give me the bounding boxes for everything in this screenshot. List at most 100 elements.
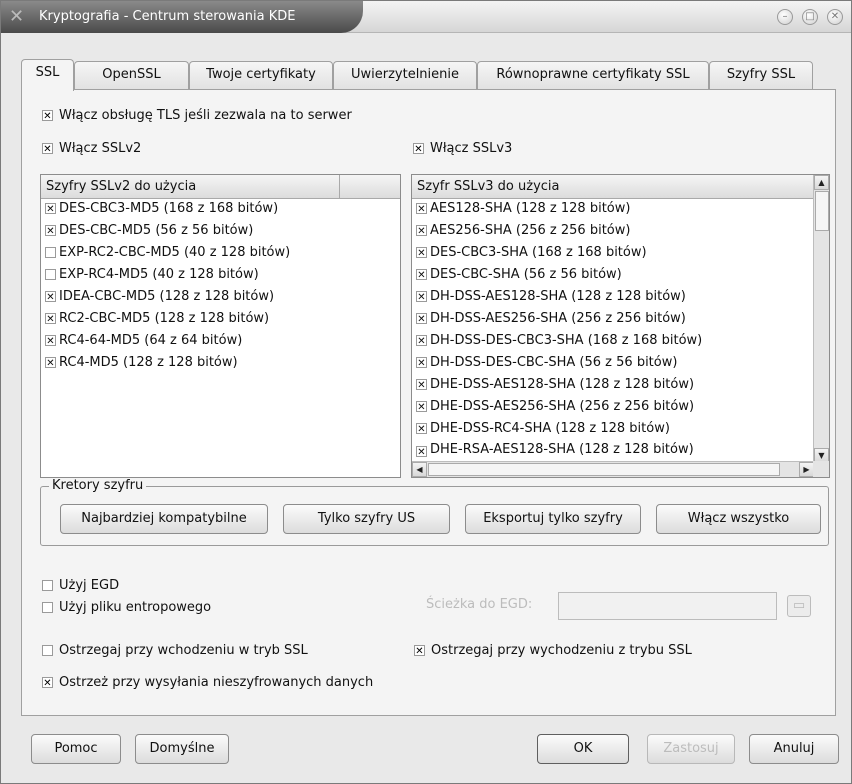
- horizontal-scrollbar[interactable]: ◀ ▶: [412, 461, 814, 477]
- list-item-label: DH-DSS-AES128-SHA (128 z 128 bitów): [430, 289, 686, 304]
- vertical-scrollbar[interactable]: ▲ ▼: [813, 175, 829, 463]
- tab-ssl[interactable]: SSL: [21, 59, 74, 91]
- list-item[interactable]: DH-DSS-DES-CBC-SHA (56 z 56 bitów): [416, 355, 677, 370]
- list-item[interactable]: DHE-DSS-AES256-SHA (256 z 256 bitów): [416, 399, 694, 414]
- use-entropy-file-checkbox-box[interactable]: [42, 602, 53, 613]
- close-icon[interactable]: ✕: [827, 9, 843, 25]
- list-item[interactable]: AES128-SHA (128 z 128 bitów): [416, 201, 630, 216]
- list-item[interactable]: EXP-RC2-CBC-MD5 (40 z 128 bitów): [45, 245, 290, 260]
- warn-enter-ssl-checkbox[interactable]: Ostrzegaj przy wchodzeniu w tryb SSL: [42, 643, 308, 658]
- tls-checkbox-box[interactable]: [42, 110, 53, 121]
- use-egd-checkbox-box[interactable]: [42, 580, 53, 591]
- list-item[interactable]: DHE-DSS-AES128-SHA (128 z 128 bitów): [416, 377, 694, 392]
- title-bar[interactable]: ✕ Kryptografia - Centrum sterowania KDE …: [1, 1, 851, 33]
- list-item[interactable]: DES-CBC3-MD5 (168 z 168 bitów): [45, 201, 278, 216]
- list-item-checkbox[interactable]: [416, 269, 427, 280]
- list-item-checkbox[interactable]: [416, 335, 427, 346]
- warn-unencrypted-checkbox[interactable]: Ostrzeż przy wysyłania nieszyfrowanych d…: [42, 675, 373, 690]
- list-item[interactable]: RC4-64-MD5 (64 z 64 bitów): [45, 333, 242, 348]
- list-item-checkbox[interactable]: [45, 313, 56, 324]
- list-item[interactable]: DES-CBC-SHA (56 z 56 bitów): [416, 267, 622, 282]
- list-item-label: RC4-64-MD5 (64 z 64 bitów): [59, 333, 243, 348]
- list-item-checkbox[interactable]: [416, 203, 427, 214]
- warn-leave-ssl-checkbox[interactable]: Ostrzegaj przy wychodzeniu z trybu SSL: [414, 643, 692, 658]
- use-entropy-file-checkbox[interactable]: Użyj pliku entropowego: [42, 600, 211, 615]
- list-item-checkbox[interactable]: [45, 247, 56, 258]
- tab-rownoprawne-certyfikaty[interactable]: Równoprawne certyfikaty SSL: [477, 61, 709, 90]
- warn-unencrypted-label: Ostrzeż przy wysyłania nieszyfrowanych d…: [59, 675, 374, 690]
- list-item-checkbox[interactable]: [416, 357, 427, 368]
- maximize-icon[interactable]: □: [802, 9, 818, 25]
- tls-label: Włącz obsługę TLS jeśli zezwala na to se…: [59, 108, 352, 123]
- list-item-checkbox[interactable]: [416, 446, 427, 457]
- sslv3-column-header[interactable]: Szyfr SSLv3 do użycia: [412, 175, 802, 199]
- folder-open-icon[interactable]: ▭: [787, 595, 811, 617]
- list-item[interactable]: RC2-CBC-MD5 (128 z 128 bitów): [45, 311, 269, 326]
- list-item-checkbox[interactable]: [416, 401, 427, 412]
- tab-uwierzytelnienie[interactable]: Uwierzytelnienie: [333, 61, 477, 90]
- cancel-button[interactable]: Anuluj: [749, 734, 839, 764]
- list-item[interactable]: IDEA-CBC-MD5 (128 z 128 bitów): [45, 289, 274, 304]
- tab-openssl[interactable]: OpenSSL: [74, 61, 189, 90]
- warn-unencrypted-checkbox-box[interactable]: [42, 677, 53, 688]
- tls-checkbox[interactable]: Włącz obsługę TLS jeśli zezwala na to se…: [42, 108, 352, 123]
- us-ciphers-only-button[interactable]: Tylko szyfry US: [283, 504, 450, 534]
- list-item-checkbox[interactable]: [45, 225, 56, 236]
- defaults-button[interactable]: Domyślne: [135, 734, 229, 764]
- tab-twoje-certyfikaty[interactable]: Twoje certyfikaty: [189, 61, 333, 90]
- list-item-checkbox[interactable]: [416, 313, 427, 324]
- list-item-label: RC4-MD5 (128 z 128 bitów): [59, 355, 238, 370]
- help-button[interactable]: Pomoc: [31, 734, 121, 764]
- warn-enter-ssl-checkbox-box[interactable]: [42, 645, 53, 656]
- list-item-checkbox[interactable]: [45, 203, 56, 214]
- list-item[interactable]: DH-DSS-AES128-SHA (128 z 128 bitów): [416, 289, 686, 304]
- list-item-checkbox[interactable]: [45, 335, 56, 346]
- scroll-left-arrow-icon[interactable]: ◀: [412, 462, 427, 477]
- list-item-checkbox[interactable]: [416, 291, 427, 302]
- minimize-icon[interactable]: –: [777, 9, 793, 25]
- enable-all-button[interactable]: Włącz wszystko: [656, 504, 821, 534]
- list-item[interactable]: DES-CBC3-SHA (168 z 168 bitów): [416, 245, 647, 260]
- list-item-checkbox[interactable]: [416, 247, 427, 258]
- sslv2-label: Włącz SSLv2: [59, 141, 142, 156]
- list-item[interactable]: DH-DSS-DES-CBC3-SHA (168 z 168 bitów): [416, 333, 702, 348]
- list-item[interactable]: EXP-RC4-MD5 (40 z 128 bitów): [45, 267, 259, 282]
- apply-button[interactable]: Zastosuj: [647, 734, 735, 764]
- use-egd-checkbox[interactable]: Użyj EGD: [42, 578, 119, 593]
- list-item[interactable]: DH-DSS-AES256-SHA (256 z 256 bitów): [416, 311, 686, 326]
- list-item-checkbox[interactable]: [45, 357, 56, 368]
- sslv3-cipher-list[interactable]: Szyfr SSLv3 do użycia AES128-SHA (128 z …: [411, 174, 830, 478]
- list-item-label: DHE-RSA-AES128-SHA (128 z 128 bitów): [430, 442, 694, 457]
- scroll-right-arrow-icon[interactable]: ▶: [799, 462, 814, 477]
- list-item-checkbox[interactable]: [416, 225, 427, 236]
- horizontal-scroll-thumb[interactable]: [428, 463, 780, 476]
- list-item[interactable]: RC4-MD5 (128 z 128 bitów): [45, 355, 238, 370]
- sslv3-checkbox[interactable]: Włącz SSLv3: [413, 141, 512, 156]
- egd-path-input[interactable]: [558, 592, 777, 620]
- most-compatible-button[interactable]: Najbardziej kompatybilne: [60, 504, 268, 534]
- list-item-label: DES-CBC-SHA (56 z 56 bitów): [430, 267, 622, 282]
- list-item[interactable]: DHE-DSS-RC4-SHA (128 z 128 bitów): [416, 421, 670, 436]
- warn-leave-ssl-checkbox-box[interactable]: [414, 645, 425, 656]
- sslv3-checkbox-box[interactable]: [413, 143, 424, 154]
- list-item-checkbox[interactable]: [45, 291, 56, 302]
- kde-x-logo-icon[interactable]: ✕: [9, 7, 31, 27]
- list-item-checkbox[interactable]: [416, 379, 427, 390]
- sslv2-column-header[interactable]: Szyfry SSLv2 do użycia: [41, 175, 340, 199]
- tab-szyfry-ssl[interactable]: Szyfry SSL: [709, 61, 813, 90]
- list-item-label: DHE-DSS-RC4-SHA (128 z 128 bitów): [430, 421, 670, 436]
- sslv2-empty-column-header: [340, 175, 400, 199]
- list-item-checkbox[interactable]: [45, 269, 56, 280]
- vertical-scroll-thumb[interactable]: [815, 191, 829, 231]
- list-item[interactable]: DES-CBC-MD5 (56 z 56 bitów): [45, 223, 253, 238]
- sslv2-checkbox[interactable]: Włącz SSLv2: [42, 141, 141, 156]
- list-item[interactable]: DHE-RSA-AES128-SHA (128 z 128 bitów): [416, 442, 694, 460]
- ok-button[interactable]: OK: [537, 734, 629, 764]
- sslv2-checkbox-box[interactable]: [42, 143, 53, 154]
- window-title: Kryptografia - Centrum sterowania KDE: [39, 9, 296, 24]
- scroll-up-arrow-icon[interactable]: ▲: [814, 175, 829, 190]
- list-item[interactable]: AES256-SHA (256 z 256 bitów): [416, 223, 630, 238]
- list-item-checkbox[interactable]: [416, 423, 427, 434]
- export-ciphers-only-button[interactable]: Eksportuj tylko szyfry: [465, 504, 641, 534]
- sslv2-cipher-list[interactable]: Szyfry SSLv2 do użycia DES-CBC3-MD5 (168…: [40, 174, 401, 478]
